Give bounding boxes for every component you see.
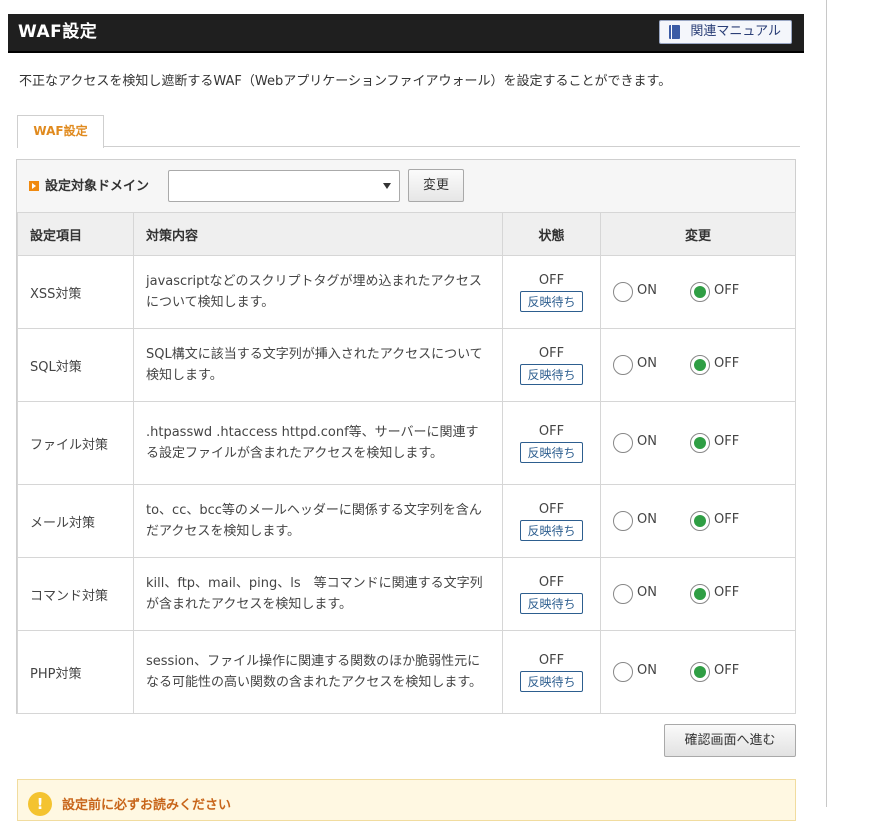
notice-text: 設定前に必ずお読みください bbox=[62, 798, 232, 813]
setting-status-cell: OFF 反映待ち bbox=[502, 557, 601, 631]
setting-item: SQL対策 bbox=[17, 328, 134, 402]
table-row: ファイル対策 .htpasswd .htaccess httpd.conf等、サー… bbox=[17, 401, 796, 485]
column-header-content: 対策内容 bbox=[133, 212, 503, 256]
table-row: PHP対策 session、ファイル操作に関連する関数のほか脆弱性元になる可能性の… bbox=[17, 630, 796, 714]
setting-content: session、ファイル操作に関連する関数のほか脆弱性元になる可能性の高い関数の… bbox=[133, 630, 503, 714]
radio-on-label[interactable]: ON bbox=[637, 663, 657, 678]
setting-content: to、cc、bcc等のメールヘッダーに関係する文字列を含んだアクセスを検知します… bbox=[133, 484, 503, 558]
setting-content: javascriptなどのスクリプトタグが埋め込まれたアクセスについて検知します… bbox=[133, 255, 503, 329]
radio-on-label[interactable]: ON bbox=[637, 283, 657, 298]
setting-change-cell: ON OFF bbox=[600, 255, 796, 329]
setting-change-cell: ON OFF bbox=[600, 328, 796, 402]
pending-badge: 反映待ち bbox=[520, 363, 583, 385]
manual-book-icon bbox=[669, 25, 681, 39]
radio-off[interactable] bbox=[690, 355, 710, 375]
radio-off[interactable] bbox=[690, 662, 710, 682]
page-title: WAF設定 bbox=[18, 22, 98, 42]
pending-badge: 反映待ち bbox=[520, 290, 583, 312]
setting-status-cell: OFF 反映待ち bbox=[502, 401, 601, 485]
pending-badge: 反映待ち bbox=[520, 592, 583, 614]
radio-on[interactable] bbox=[613, 662, 633, 682]
radio-on[interactable] bbox=[613, 282, 633, 302]
table-header-row: 設定項目 対策内容 状態 変更 bbox=[17, 212, 796, 256]
on-off-radio-group: ON OFF bbox=[613, 433, 783, 453]
radio-on[interactable] bbox=[613, 355, 633, 375]
column-header-status: 状態 bbox=[502, 212, 601, 256]
related-manual-label: 関連マニュアル bbox=[690, 24, 781, 39]
table-row: コマンド対策 kill、ftp、mail、ping、ls 等コマンドに関連する文字… bbox=[17, 557, 796, 631]
arrow-marker-icon bbox=[29, 181, 39, 191]
setting-change-cell: ON OFF bbox=[600, 401, 796, 485]
radio-off-label[interactable]: OFF bbox=[714, 434, 739, 449]
related-manual-button[interactable]: 関連マニュアル bbox=[659, 20, 792, 44]
setting-item: XSS対策 bbox=[17, 255, 134, 329]
column-header-change: 変更 bbox=[600, 212, 796, 256]
column-header-item: 設定項目 bbox=[17, 212, 134, 256]
radio-off-label[interactable]: OFF bbox=[714, 512, 739, 527]
radio-on-label[interactable]: ON bbox=[637, 585, 657, 600]
setting-item: コマンド対策 bbox=[17, 557, 134, 631]
radio-off[interactable] bbox=[690, 511, 710, 531]
on-off-radio-group: ON OFF bbox=[613, 584, 783, 604]
setting-change-cell: ON OFF bbox=[600, 630, 796, 714]
radio-off[interactable] bbox=[690, 433, 710, 453]
on-off-radio-group: ON OFF bbox=[613, 662, 783, 682]
on-off-radio-group: ON OFF bbox=[613, 355, 783, 375]
radio-on[interactable] bbox=[613, 584, 633, 604]
on-off-radio-group: ON OFF bbox=[613, 511, 783, 531]
domain-select[interactable] bbox=[168, 170, 400, 202]
setting-content: SQL構文に該当する文字列が挿入されたアクセスについて検知します。 bbox=[133, 328, 503, 402]
notice-box: ! 設定前に必ずお読みください bbox=[17, 779, 796, 821]
radio-on[interactable] bbox=[613, 511, 633, 531]
status-value: OFF bbox=[538, 574, 565, 590]
domain-label: 設定対象ドメイン bbox=[45, 179, 150, 194]
radio-off-label[interactable]: OFF bbox=[714, 585, 739, 600]
setting-change-cell: ON OFF bbox=[600, 484, 796, 558]
radio-on-label[interactable]: ON bbox=[637, 512, 657, 527]
radio-off[interactable] bbox=[690, 282, 710, 302]
status-value: OFF bbox=[538, 272, 565, 288]
radio-on-label[interactable]: ON bbox=[637, 356, 657, 371]
setting-content: .htpasswd .htaccess httpd.conf等、サーバーに関連す… bbox=[133, 401, 503, 485]
radio-off[interactable] bbox=[690, 584, 710, 604]
setting-status-cell: OFF 反映待ち bbox=[502, 255, 601, 329]
status-value: OFF bbox=[538, 345, 565, 361]
setting-change-cell: ON OFF bbox=[600, 557, 796, 631]
setting-content: kill、ftp、mail、ping、ls 等コマンドに関連する文字列が含まれた… bbox=[133, 557, 503, 631]
waf-settings-table: 設定項目 対策内容 状態 変更 XSS対策 javascriptなどのスクリプトタ… bbox=[17, 212, 796, 714]
radio-on-label[interactable]: ON bbox=[637, 434, 657, 449]
domain-change-button[interactable]: 変更 bbox=[408, 169, 464, 202]
setting-status-cell: OFF 反映待ち bbox=[502, 328, 601, 402]
warning-icon: ! bbox=[28, 792, 52, 816]
setting-item: メール対策 bbox=[17, 484, 134, 558]
page-header: WAF設定 関連マニュアル bbox=[8, 14, 804, 53]
setting-item: ファイル対策 bbox=[17, 401, 134, 485]
setting-item: PHP対策 bbox=[17, 630, 134, 714]
table-row: SQL対策 SQL構文に該当する文字列が挿入されたアクセスについて検知します。 OF… bbox=[17, 328, 796, 402]
on-off-radio-group: ON OFF bbox=[613, 282, 783, 302]
table-row: XSS対策 javascriptなどのスクリプトタグが埋め込まれたアクセスについて… bbox=[17, 255, 796, 329]
chevron-down-icon bbox=[383, 183, 391, 189]
pending-badge: 反映待ち bbox=[520, 670, 583, 692]
status-value: OFF bbox=[538, 652, 565, 668]
proceed-to-confirm-button[interactable]: 確認画面へ進む bbox=[664, 724, 796, 757]
pending-badge: 反映待ち bbox=[520, 441, 583, 463]
tab-waf-settings[interactable]: WAF設定 bbox=[17, 115, 104, 148]
waf-settings-panel: 設定対象ドメイン 変更 設定項目 対策内容 状態 変更 XSS対策 javascr… bbox=[16, 159, 796, 714]
status-value: OFF bbox=[538, 423, 565, 439]
table-row: メール対策 to、cc、bcc等のメールヘッダーに関係する文字列を含んだアクセスを… bbox=[17, 484, 796, 558]
setting-status-cell: OFF 反映待ち bbox=[502, 484, 601, 558]
radio-on[interactable] bbox=[613, 433, 633, 453]
tab-divider bbox=[17, 146, 800, 147]
page-divider bbox=[826, 0, 827, 807]
radio-off-label[interactable]: OFF bbox=[714, 663, 739, 678]
radio-off-label[interactable]: OFF bbox=[714, 283, 739, 298]
page-description: 不正なアクセスを検知し遮断するWAF（Webアプリケーションファイアウォール）を… bbox=[19, 74, 672, 89]
domain-selector-row: 設定対象ドメイン 変更 bbox=[17, 160, 795, 213]
setting-status-cell: OFF 反映待ち bbox=[502, 630, 601, 714]
pending-badge: 反映待ち bbox=[520, 519, 583, 541]
radio-off-label[interactable]: OFF bbox=[714, 356, 739, 371]
status-value: OFF bbox=[538, 501, 565, 517]
